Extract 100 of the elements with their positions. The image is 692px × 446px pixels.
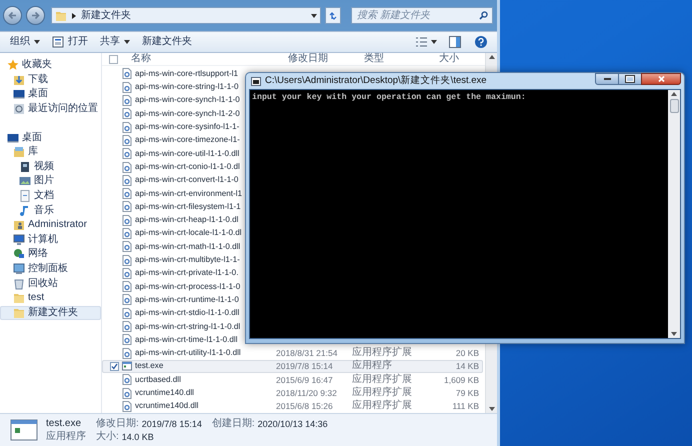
file-name: api-ms-win-crt-private-l1-1-0. [135, 269, 238, 278]
user-folder-icon [13, 219, 25, 232]
sidebar-item[interactable]: 最近访问的位置 [0, 102, 101, 116]
file-row[interactable]: api-ms-win-crt-string-l1-1-0.dl [102, 320, 242, 334]
file-row[interactable]: api-ms-win-core-sysinfo-l1-1- [102, 120, 240, 134]
desktop-icon [13, 88, 25, 100]
file-name: api-ms-win-crt-environment-l1 [135, 190, 242, 198]
caret-icon [34, 40, 40, 44]
file-row[interactable]: api-ms-win-crt-time-l1-1-0.dll [102, 333, 239, 347]
file-row[interactable]: api-ms-win-crt-math-l1-1-0.dll [102, 240, 242, 254]
sidebar-item[interactable]: 网络 [0, 247, 101, 262]
sidebar-item[interactable]: 库 [0, 144, 101, 160]
sidebar-item[interactable]: 图片 [0, 174, 101, 189]
file-row[interactable]: api-ms-win-crt-private-l1-1-0. [102, 266, 240, 280]
caret-icon [311, 14, 317, 18]
file-row[interactable]: api-ms-win-crt-process-l1-1-0 [102, 280, 242, 294]
file-name: api-ms-win-crt-heap-l1-1-0.dl [135, 216, 238, 224]
breadcrumb-arrow-icon [72, 12, 76, 18]
sidebar-item[interactable]: 控制面板 [0, 262, 101, 276]
download-folder-icon [13, 74, 25, 86]
console-icon [251, 76, 261, 86]
search-icon [479, 11, 488, 20]
sidebar-item[interactable]: 收藏夹 [0, 58, 101, 73]
file-row[interactable]: api-ms-win-core-util-l1-1-0.dll [102, 147, 240, 160]
document-icon [19, 190, 31, 202]
checkbox[interactable] [110, 362, 119, 371]
sidebar-item[interactable]: 音乐 [0, 203, 101, 218]
column-header[interactable]: 大小 [439, 54, 479, 64]
sidebar-item[interactable]: 计算机 [0, 232, 101, 248]
left-arrow-icon [8, 11, 17, 20]
preview-pane-button[interactable] [449, 36, 461, 48]
file-row[interactable]: api-ms-win-core-synch-l1-1-0 [102, 94, 241, 108]
file-name: vcruntime140.dll [135, 389, 195, 398]
file-row[interactable]: ucrtbased.dll 2015/6/9 16:47 应用程序扩展 1,609 KB [102, 373, 483, 386]
file-row[interactable]: api-ms-win-crt-runtime-l1-1-0 [102, 293, 240, 307]
desktop-icon [7, 132, 19, 144]
sidebar-item[interactable]: 桌面 [0, 87, 101, 102]
column-header[interactable]: 名称 [121, 54, 288, 64]
sidebar-item[interactable]: 下载 [0, 72, 101, 88]
file-row[interactable]: vcruntime140d.dll 2015/6/8 15:26 应用程序扩展 111 KB [102, 400, 483, 413]
field-label: 修改日期: [96, 418, 139, 430]
sidebar-item[interactable]: Administrator [0, 218, 101, 233]
folder-icon [55, 10, 67, 22]
search-field[interactable]: 搜索 新建文件夹 [351, 7, 493, 24]
sidebar-item[interactable]: 桌面 [0, 130, 101, 145]
file-row[interactable]: api-ms-win-crt-locale-l1-1-0.dl [102, 226, 243, 240]
computer-icon [13, 234, 25, 246]
file-name: api-ms-win-core-synch-l1-2-0 [135, 110, 240, 118]
file-row[interactable]: api-ms-win-crt-stdio-l1-1-0.dll [102, 306, 240, 320]
file-row[interactable]: api-ms-win-core-synch-l1-2-0 [102, 107, 241, 120]
file-row[interactable]: api-ms-win-crt-environment-l1 [102, 186, 244, 200]
sidebar-item[interactable]: test [0, 290, 101, 306]
up-arrow-icon [488, 55, 494, 59]
sidebar-item[interactable]: 回收站 [0, 276, 101, 291]
file-name: vcruntime140d.dll [135, 402, 200, 410]
toolbar-button[interactable]: 新建文件夹 [136, 33, 198, 51]
file-name: api-ms-win-crt-string-l1-1-0.dl [135, 322, 240, 331]
file-row[interactable]: api-ms-win-crt-heap-l1-1-0.dl [102, 214, 240, 227]
file-row[interactable]: api-ms-win-crt-convert-l1-1-0 [102, 174, 240, 187]
question-mark-icon [478, 38, 484, 46]
toolbar-button[interactable]: 组织 [4, 33, 46, 51]
file-row[interactable]: api-ms-win-crt-utility-l1-1-0.dll 2018/8/31 21:54 应用程序扩展 20 KB [102, 346, 483, 360]
file-row[interactable]: api-ms-win-crt-conio-l1-1-0.dl [102, 160, 241, 174]
sidebar-item[interactable]: 新建文件夹 [0, 306, 101, 320]
file-type: 应用程序 [352, 361, 393, 372]
picture-icon [19, 175, 31, 188]
help-button[interactable] [475, 36, 487, 48]
file-row[interactable]: api-ms-win-core-timezone-l1- [102, 134, 241, 148]
file-size: 14 KB [454, 362, 480, 371]
toolbar-button[interactable]: 共享 [94, 33, 136, 51]
breadcrumb[interactable]: 新建文件夹 [81, 10, 131, 20]
sidebar-item[interactable]: 文档 [0, 188, 101, 204]
file-name: api-ms-win-core-sysinfo-l1-1- [135, 123, 240, 132]
file-row[interactable]: vcruntime140.dll 2018/11/20 9:32 应用程序扩展 79 KB [102, 386, 483, 400]
modified-date: 2018/8/31 21:54 [276, 348, 338, 358]
select-all-checkbox[interactable] [109, 54, 118, 64]
scroll-thumb[interactable] [670, 99, 678, 113]
file-row[interactable]: api-ms-win-core-rtlsupport-l1 [102, 67, 239, 81]
minimize-button[interactable] [595, 73, 619, 85]
file-row[interactable]: api-ms-win-crt-filesystem-l1-1 [102, 200, 242, 214]
close-icon [658, 76, 664, 82]
file-name: api-ms-win-crt-conio-l1-1-0.dl [135, 162, 240, 172]
address-bar[interactable]: 新建文件夹 [51, 7, 321, 24]
maximize-button[interactable] [619, 73, 641, 85]
scrollbar[interactable] [668, 90, 680, 338]
sidebar-item[interactable]: 视频 [0, 160, 101, 174]
file-row[interactable]: api-ms-win-core-string-l1-1-0 [102, 80, 240, 94]
refresh-button[interactable] [325, 7, 341, 24]
back-button[interactable] [3, 6, 22, 25]
right-arrow-icon [31, 11, 40, 20]
field-value: 2019/7/8 15:14 [142, 418, 202, 430]
file-row[interactable]: api-ms-win-crt-multibyte-l1-1- [102, 253, 241, 267]
column-header[interactable]: 修改日期 [288, 54, 364, 64]
file-name: api-ms-win-crt-utility-l1-1-0.dll [135, 349, 242, 358]
close-button[interactable] [641, 73, 681, 85]
forward-button[interactable] [26, 6, 45, 25]
file-row[interactable]: test.exe 2019/7/8 15:14 应用程序 14 KB [102, 360, 483, 374]
toolbar-button[interactable]: 打开 [46, 33, 94, 51]
column-header[interactable]: 类型 [364, 54, 439, 64]
application-icon [122, 361, 132, 372]
